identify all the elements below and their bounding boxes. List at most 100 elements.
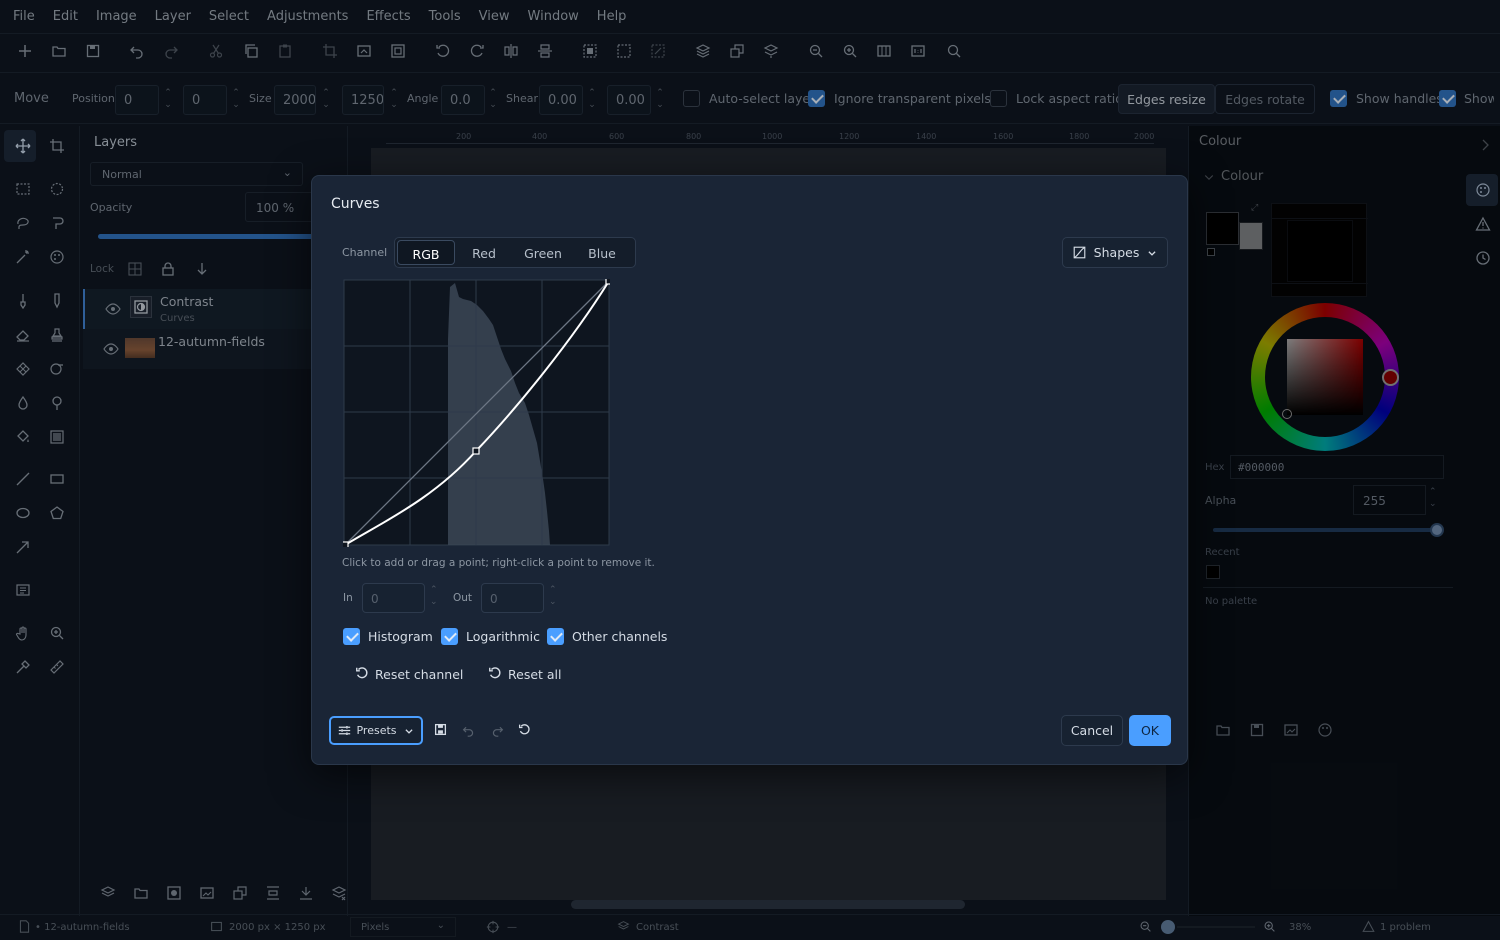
zoom-in-icon[interactable] bbox=[1263, 920, 1276, 933]
recent-color-swatch[interactable] bbox=[1206, 565, 1220, 579]
channel-tab-rgb[interactable]: RGB bbox=[397, 240, 455, 265]
open-palette-icon[interactable] bbox=[1215, 722, 1231, 738]
hex-input[interactable]: #000000 bbox=[1230, 455, 1444, 479]
menu-select[interactable]: Select bbox=[209, 9, 249, 24]
ellipse-tool-icon[interactable] bbox=[14, 504, 32, 522]
opacity-input[interactable]: 100 % bbox=[245, 192, 315, 222]
warning-tab-icon[interactable] bbox=[1475, 216, 1491, 232]
menu-tools[interactable]: Tools bbox=[429, 9, 461, 24]
reset-all-button[interactable]: Reset all bbox=[508, 667, 562, 682]
add-layer-icon[interactable] bbox=[100, 885, 116, 901]
shear-y-stepper[interactable]: ⌃ ⌄ bbox=[655, 87, 665, 113]
fit-window-icon[interactable] bbox=[875, 42, 893, 60]
size-width-stepper[interactable]: ⌃ ⌄ bbox=[321, 87, 331, 113]
zoom-tool-icon[interactable] bbox=[48, 624, 66, 642]
new-icon[interactable] bbox=[16, 42, 34, 60]
edges-resize-toggle[interactable]: Edges resize bbox=[1118, 84, 1215, 114]
invert-selection-icon[interactable] bbox=[649, 42, 667, 60]
fill-tool-icon[interactable] bbox=[14, 428, 32, 446]
zoom-out-icon[interactable] bbox=[1139, 920, 1152, 933]
redo-icon[interactable] bbox=[162, 42, 180, 60]
reset-channel-button[interactable]: Reset channel bbox=[375, 667, 463, 682]
presets-dropdown[interactable]: Presets bbox=[329, 716, 423, 745]
move-tool-icon[interactable] bbox=[14, 137, 32, 155]
add-group-icon[interactable] bbox=[133, 885, 149, 901]
open-folder-icon[interactable] bbox=[50, 42, 68, 60]
crop-tool-icon[interactable] bbox=[48, 137, 66, 155]
pencil-tool-icon[interactable] bbox=[48, 292, 66, 310]
visibility-eye-icon[interactable] bbox=[105, 301, 121, 317]
palette-tab-icon[interactable] bbox=[1475, 182, 1491, 198]
clone-stamp-tool-icon[interactable] bbox=[48, 326, 66, 344]
shear-x-stepper[interactable]: ⌃ ⌄ bbox=[587, 87, 597, 113]
arrow-down-icon[interactable] bbox=[194, 261, 210, 277]
blur-tool-icon[interactable] bbox=[14, 394, 32, 412]
alpha-slider[interactable] bbox=[1213, 523, 1444, 537]
size-height-input[interactable]: 1250 bbox=[342, 85, 384, 115]
opacity-slider[interactable] bbox=[98, 234, 313, 239]
add-adjustment-icon[interactable] bbox=[166, 885, 182, 901]
menu-help[interactable]: Help bbox=[597, 9, 627, 24]
redo-icon[interactable] bbox=[491, 724, 504, 737]
channel-tab-red[interactable]: Red bbox=[455, 240, 513, 265]
measure-tool-icon[interactable] bbox=[48, 658, 66, 676]
crop-icon[interactable] bbox=[321, 42, 339, 60]
layers-icon[interactable] bbox=[694, 42, 712, 60]
pattern-tool-icon[interactable] bbox=[14, 360, 32, 378]
cut-icon[interactable] bbox=[207, 42, 225, 60]
line-tool-icon[interactable] bbox=[14, 470, 32, 488]
angle-stepper[interactable]: ⌃ ⌄ bbox=[488, 87, 498, 113]
deselect-icon[interactable] bbox=[615, 42, 633, 60]
zoom-slider[interactable] bbox=[1177, 926, 1255, 928]
resize-image-icon[interactable] bbox=[355, 42, 373, 60]
color-select-tool-icon[interactable] bbox=[48, 248, 66, 266]
zoom-out-icon[interactable] bbox=[807, 42, 825, 60]
save-icon[interactable] bbox=[84, 42, 102, 60]
eyedropper-tool-icon[interactable] bbox=[14, 658, 32, 676]
text-tool-icon[interactable] bbox=[14, 581, 32, 599]
logarithmic-checkbox[interactable] bbox=[441, 628, 458, 645]
ellipse-select-tool-icon[interactable] bbox=[48, 180, 66, 198]
brush-tool-icon[interactable] bbox=[14, 292, 32, 310]
menu-window[interactable]: Window bbox=[528, 9, 579, 24]
undo-icon[interactable] bbox=[462, 724, 475, 737]
alpha-stepper[interactable]: ⌃ ⌄ bbox=[1429, 486, 1437, 510]
polygon-tool-icon[interactable] bbox=[48, 504, 66, 522]
duplicate-layer-icon[interactable] bbox=[232, 885, 248, 901]
arrow-tool-icon[interactable] bbox=[14, 538, 32, 556]
dodge-tool-icon[interactable] bbox=[48, 394, 66, 412]
eraser-tool-icon[interactable] bbox=[14, 326, 32, 344]
menu-view[interactable]: View bbox=[479, 9, 510, 24]
out-stepper[interactable]: ⌃ ⌄ bbox=[549, 584, 557, 608]
other-channels-checkbox[interactable] bbox=[547, 628, 564, 645]
flip-horizontal-icon[interactable] bbox=[502, 42, 520, 60]
out-value-input[interactable]: 0 bbox=[481, 583, 544, 613]
curves-graph[interactable] bbox=[343, 279, 610, 547]
lock-transparency-icon[interactable] bbox=[127, 261, 143, 277]
history-tab-icon[interactable] bbox=[1475, 250, 1491, 266]
menu-layer[interactable]: Layer bbox=[155, 9, 191, 24]
size-height-stepper[interactable]: ⌃ ⌄ bbox=[389, 87, 399, 113]
select-all-icon[interactable] bbox=[581, 42, 599, 60]
menu-adjustments[interactable]: Adjustments bbox=[267, 9, 348, 24]
lock-aspect-checkbox[interactable] bbox=[990, 90, 1007, 107]
layer-row[interactable]: Contrast Curves bbox=[83, 289, 348, 329]
blend-mode-select[interactable]: Normal ⌄ bbox=[90, 162, 303, 186]
shear-x-input[interactable]: 0.00 bbox=[539, 85, 583, 115]
angle-input[interactable]: 0.0 bbox=[441, 85, 485, 115]
flip-vertical-icon[interactable] bbox=[536, 42, 554, 60]
save-preset-icon[interactable] bbox=[434, 723, 447, 736]
merge-down-icon[interactable] bbox=[298, 885, 314, 901]
horizontal-scrollbar[interactable] bbox=[571, 900, 965, 909]
position-y-input[interactable]: 0 bbox=[183, 85, 227, 115]
histogram-checkbox[interactable] bbox=[343, 628, 360, 645]
merge-layers-icon[interactable] bbox=[762, 42, 780, 60]
copy-icon[interactable] bbox=[242, 42, 260, 60]
lock-icon[interactable] bbox=[160, 261, 176, 277]
ignore-transparent-checkbox[interactable] bbox=[808, 90, 825, 107]
in-value-input[interactable]: 0 bbox=[362, 583, 425, 613]
auto-select-checkbox[interactable] bbox=[683, 90, 700, 107]
image-palette-icon[interactable] bbox=[1283, 722, 1299, 738]
delete-layer-icon[interactable] bbox=[331, 885, 347, 901]
menu-effects[interactable]: Effects bbox=[366, 9, 410, 24]
